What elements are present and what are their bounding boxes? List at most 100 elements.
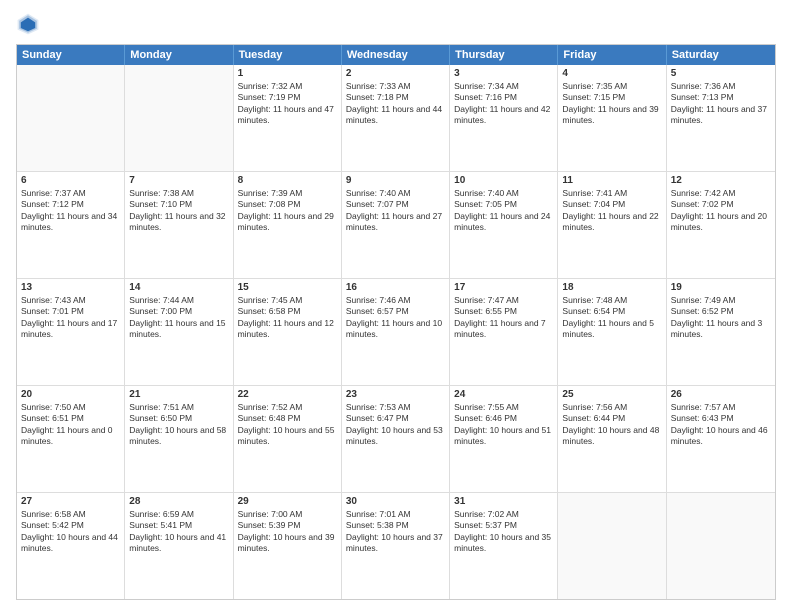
day-number: 6 bbox=[21, 175, 120, 186]
day-number: 24 bbox=[454, 389, 553, 400]
cal-cell: 4 Sunrise: 7:35 AM Sunset: 7:15 PM Daylig… bbox=[558, 65, 666, 171]
day-number: 23 bbox=[346, 389, 445, 400]
calendar-header: SundayMondayTuesdayWednesdayThursdayFrid… bbox=[17, 45, 775, 65]
day-number: 4 bbox=[562, 68, 661, 79]
cell-text: Sunrise: 7:42 AM Sunset: 7:02 PM Dayligh… bbox=[671, 188, 767, 232]
cal-cell: 26Sunrise: 7:57 AM Sunset: 6:43 PM Dayli… bbox=[667, 386, 775, 492]
cell-text: Sunrise: 7:47 AM Sunset: 6:55 PM Dayligh… bbox=[454, 295, 546, 339]
cell-text: Sunrise: 7:40 AM Sunset: 7:05 PM Dayligh… bbox=[454, 188, 550, 232]
calendar-row-3: 20 Sunrise: 7:50 AM Sunset: 6:51 PM Dayli… bbox=[17, 386, 775, 493]
day-number: 21 bbox=[129, 389, 228, 400]
day-number: 7 bbox=[129, 175, 228, 186]
day-number: 30 bbox=[346, 496, 445, 507]
cal-cell: 12 Sunrise: 7:42 AM Sunset: 7:02 PM Dayli… bbox=[667, 172, 775, 278]
cal-cell: 14 Sunrise: 7:44 AM Sunset: 7:00 PM Dayli… bbox=[125, 279, 233, 385]
cell-text: Sunrise: 7:48 AM Sunset: 6:54 PM Dayligh… bbox=[562, 295, 654, 339]
day-number: 10 bbox=[454, 175, 553, 186]
logo-icon bbox=[16, 12, 40, 36]
cell-text: Sunrise: 7:41 AM Sunset: 7:04 PM Dayligh… bbox=[562, 188, 658, 232]
cell-text: Sunrise: 7:55 AM Sunset: 6:46 PM Dayligh… bbox=[454, 402, 551, 446]
cal-cell: 23 Sunrise: 7:53 AM Sunset: 6:47 PM Dayli… bbox=[342, 386, 450, 492]
day-number: 26 bbox=[671, 389, 771, 400]
day-number: 11 bbox=[562, 175, 661, 186]
cal-cell: 5 Sunrise: 7:36 AM Sunset: 7:13 PM Daylig… bbox=[667, 65, 775, 171]
cell-text: Sunrise: 7:37 AM Sunset: 7:12 PM Dayligh… bbox=[21, 188, 117, 232]
day-number: 12 bbox=[671, 175, 771, 186]
day-number: 17 bbox=[454, 282, 553, 293]
cal-cell: 10 Sunrise: 7:40 AM Sunset: 7:05 PM Dayli… bbox=[450, 172, 558, 278]
cell-text: Sunrise: 7:52 AM Sunset: 6:48 PM Dayligh… bbox=[238, 402, 335, 446]
cal-cell: 17 Sunrise: 7:47 AM Sunset: 6:55 PM Dayli… bbox=[450, 279, 558, 385]
cell-text: Sunrise: 7:53 AM Sunset: 6:47 PM Dayligh… bbox=[346, 402, 443, 446]
cell-text: Sunrise: 7:51 AM Sunset: 6:50 PM Dayligh… bbox=[129, 402, 226, 446]
cell-text: Sunrise: 7:33 AM Sunset: 7:18 PM Dayligh… bbox=[346, 81, 442, 125]
cal-cell: 15 Sunrise: 7:45 AM Sunset: 6:58 PM Dayli… bbox=[234, 279, 342, 385]
day-number: 14 bbox=[129, 282, 228, 293]
header-cell-sunday: Sunday bbox=[17, 45, 125, 65]
cell-text: Sunrise: 6:59 AM Sunset: 5:41 PM Dayligh… bbox=[129, 509, 226, 553]
header-cell-tuesday: Tuesday bbox=[234, 45, 342, 65]
cell-text: Sunrise: 7:38 AM Sunset: 7:10 PM Dayligh… bbox=[129, 188, 225, 232]
header-cell-monday: Monday bbox=[125, 45, 233, 65]
cal-cell: 31 Sunrise: 7:02 AM Sunset: 5:37 PM Dayli… bbox=[450, 493, 558, 599]
cal-cell: 28 Sunrise: 6:59 AM Sunset: 5:41 PM Dayli… bbox=[125, 493, 233, 599]
cell-text: Sunrise: 7:45 AM Sunset: 6:58 PM Dayligh… bbox=[238, 295, 334, 339]
day-number: 31 bbox=[454, 496, 553, 507]
calendar-row-1: 6 Sunrise: 7:37 AM Sunset: 7:12 PM Daylig… bbox=[17, 172, 775, 279]
day-number: 16 bbox=[346, 282, 445, 293]
cal-cell: 6 Sunrise: 7:37 AM Sunset: 7:12 PM Daylig… bbox=[17, 172, 125, 278]
calendar-row-0: 1 Sunrise: 7:32 AM Sunset: 7:19 PM Daylig… bbox=[17, 65, 775, 172]
day-number: 29 bbox=[238, 496, 337, 507]
calendar-body: 1 Sunrise: 7:32 AM Sunset: 7:19 PM Daylig… bbox=[17, 65, 775, 599]
cell-text: Sunrise: 7:56 AM Sunset: 6:44 PM Dayligh… bbox=[562, 402, 659, 446]
day-number: 22 bbox=[238, 389, 337, 400]
cal-cell: 22 Sunrise: 7:52 AM Sunset: 6:48 PM Dayli… bbox=[234, 386, 342, 492]
cal-cell bbox=[125, 65, 233, 171]
day-number: 27 bbox=[21, 496, 120, 507]
cell-text: Sunrise: 7:36 AM Sunset: 7:13 PM Dayligh… bbox=[671, 81, 767, 125]
cal-cell: 30 Sunrise: 7:01 AM Sunset: 5:38 PM Dayli… bbox=[342, 493, 450, 599]
cal-cell: 7 Sunrise: 7:38 AM Sunset: 7:10 PM Daylig… bbox=[125, 172, 233, 278]
cal-cell: 27Sunrise: 6:58 AM Sunset: 5:42 PM Dayli… bbox=[17, 493, 125, 599]
cell-text: Sunrise: 7:02 AM Sunset: 5:37 PM Dayligh… bbox=[454, 509, 551, 553]
header-cell-friday: Friday bbox=[558, 45, 666, 65]
day-number: 28 bbox=[129, 496, 228, 507]
cal-cell: 21 Sunrise: 7:51 AM Sunset: 6:50 PM Dayli… bbox=[125, 386, 233, 492]
cell-text: Sunrise: 7:32 AM Sunset: 7:19 PM Dayligh… bbox=[238, 81, 334, 125]
day-number: 9 bbox=[346, 175, 445, 186]
cell-text: Sunrise: 7:39 AM Sunset: 7:08 PM Dayligh… bbox=[238, 188, 334, 232]
cal-cell: 9 Sunrise: 7:40 AM Sunset: 7:07 PM Daylig… bbox=[342, 172, 450, 278]
cal-cell bbox=[17, 65, 125, 171]
cal-cell: 11 Sunrise: 7:41 AM Sunset: 7:04 PM Dayli… bbox=[558, 172, 666, 278]
cell-text: Sunrise: 7:01 AM Sunset: 5:38 PM Dayligh… bbox=[346, 509, 443, 553]
day-number: 15 bbox=[238, 282, 337, 293]
cal-cell: 8Sunrise: 7:39 AM Sunset: 7:08 PM Daylig… bbox=[234, 172, 342, 278]
cell-text: Sunrise: 7:40 AM Sunset: 7:07 PM Dayligh… bbox=[346, 188, 442, 232]
cal-cell: 29Sunrise: 7:00 AM Sunset: 5:39 PM Dayli… bbox=[234, 493, 342, 599]
day-number: 3 bbox=[454, 68, 553, 79]
day-number: 20 bbox=[21, 389, 120, 400]
header-cell-wednesday: Wednesday bbox=[342, 45, 450, 65]
day-number: 13 bbox=[21, 282, 120, 293]
cal-cell bbox=[558, 493, 666, 599]
cell-text: Sunrise: 7:49 AM Sunset: 6:52 PM Dayligh… bbox=[671, 295, 763, 339]
cell-text: Sunrise: 7:44 AM Sunset: 7:00 PM Dayligh… bbox=[129, 295, 225, 339]
header-cell-saturday: Saturday bbox=[667, 45, 775, 65]
cell-text: Sunrise: 7:50 AM Sunset: 6:51 PM Dayligh… bbox=[21, 402, 113, 446]
cell-text: Sunrise: 7:43 AM Sunset: 7:01 PM Dayligh… bbox=[21, 295, 117, 339]
day-number: 18 bbox=[562, 282, 661, 293]
cal-cell bbox=[667, 493, 775, 599]
cal-cell: 1 Sunrise: 7:32 AM Sunset: 7:19 PM Daylig… bbox=[234, 65, 342, 171]
day-number: 5 bbox=[671, 68, 771, 79]
cal-cell: 24 Sunrise: 7:55 AM Sunset: 6:46 PM Dayli… bbox=[450, 386, 558, 492]
day-number: 1 bbox=[238, 68, 337, 79]
cal-cell: 13 Sunrise: 7:43 AM Sunset: 7:01 PM Dayli… bbox=[17, 279, 125, 385]
day-number: 2 bbox=[346, 68, 445, 79]
day-number: 25 bbox=[562, 389, 661, 400]
cal-cell: 2 Sunrise: 7:33 AM Sunset: 7:18 PM Daylig… bbox=[342, 65, 450, 171]
header bbox=[16, 12, 776, 36]
calendar-row-4: 27Sunrise: 6:58 AM Sunset: 5:42 PM Dayli… bbox=[17, 493, 775, 599]
calendar: SundayMondayTuesdayWednesdayThursdayFrid… bbox=[16, 44, 776, 600]
cal-cell: 19Sunrise: 7:49 AM Sunset: 6:52 PM Dayli… bbox=[667, 279, 775, 385]
cell-text: Sunrise: 7:35 AM Sunset: 7:15 PM Dayligh… bbox=[562, 81, 658, 125]
